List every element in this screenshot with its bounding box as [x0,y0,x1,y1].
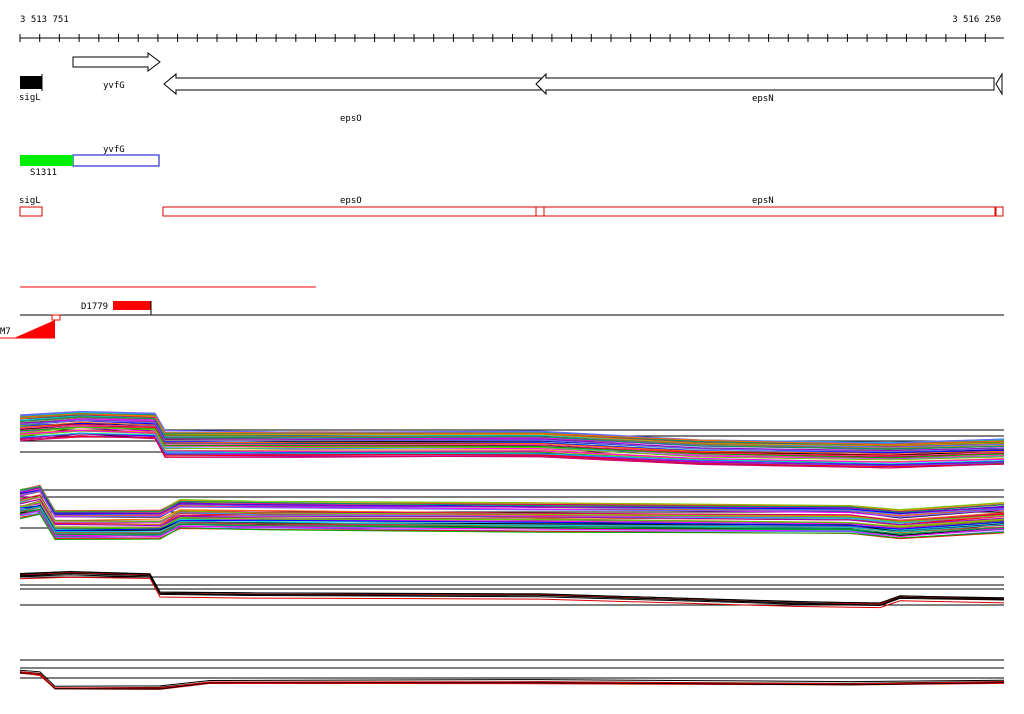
transcript-track: sigL epsO epsN [19,196,1004,217]
feature-S1311-label: S1311 [30,168,57,178]
transcript-epsN-label: epsN [752,196,774,206]
gene-epsN-end [995,72,1003,96]
gene-epsN-label: epsN [752,94,774,104]
segment-block[interactable] [113,301,151,310]
transcript-epsO-end [535,206,545,217]
expression-panel-1 [19,410,1005,469]
cutoff-marker [51,314,61,321]
gene-yvfG-label: yvfG [103,81,125,91]
transcript-epsO-label: epsO [340,196,362,206]
ruler: 3 513 751 3 516 250 [19,15,1004,42]
transcript-epsO[interactable] [162,206,537,217]
gene-epsO[interactable] [163,72,545,96]
expression-profile [19,574,1005,607]
feature-S1311-box[interactable] [20,155,73,166]
gene-epsO-label: epsO [340,114,362,124]
cutoff-wedge [14,320,55,338]
gene-sigL[interactable] [20,76,42,89]
transcript-sigL[interactable] [19,206,43,217]
gene-sigL-label: sigL [19,93,41,103]
gene-yvfG[interactable] [72,52,161,72]
gene-track: sigL yvfG epsO epsN [19,52,1003,124]
cutoff-label: M7 [0,327,11,337]
gene-epsN[interactable] [535,72,995,96]
feature-yvfG-label: yvfG [103,145,125,155]
transcript-epsN-end [995,206,1004,217]
ruler-start-label: 3 513 751 [20,15,69,25]
expression-panel-4 [19,659,1005,690]
expression-panel-2 [19,484,1005,541]
feature-track: yvfG S1311 [20,145,160,178]
expression-panel-3 [19,570,1005,609]
feature-yvfG-box[interactable] [72,154,160,167]
expression-profile [19,571,1005,604]
segment-track: D1779 M7 [0,286,1004,339]
genome-browser: 3 513 751 3 516 250 sigL yvfG epsO epsN … [0,15,1005,690]
transcript-sigL-label: sigL [19,196,41,206]
ruler-end-label: 3 516 250 [952,15,1001,25]
segment-label: D1779 [81,302,108,312]
transcript-epsN[interactable] [543,206,996,217]
